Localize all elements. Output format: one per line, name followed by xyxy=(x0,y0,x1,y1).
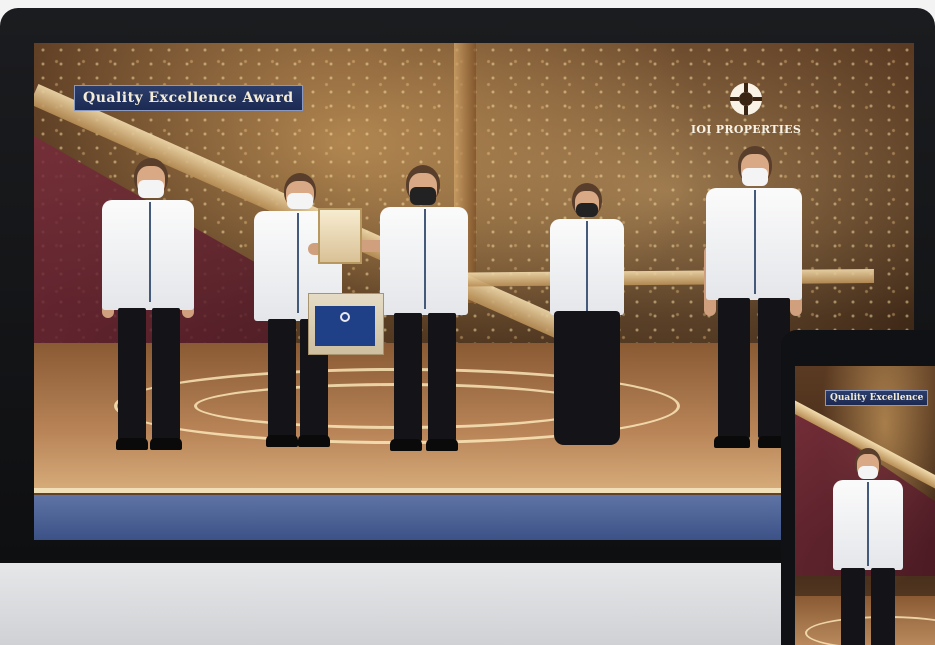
tablet-person xyxy=(833,448,903,645)
company-logo: IOI PROPERTIES xyxy=(686,81,806,136)
logo-text: IOI PROPERTIES xyxy=(690,123,802,136)
award-title-banner: Quality Excellence Award xyxy=(74,85,303,111)
person-1 xyxy=(100,158,196,458)
award-certificate xyxy=(318,208,362,264)
box-logo-icon xyxy=(340,312,350,322)
device-mockup-scene: Quality Excellence Award IOI PROPERTIES xyxy=(0,0,935,645)
award-box-label xyxy=(315,306,375,346)
tablet-screen: Quality Excellence xyxy=(795,366,935,645)
tablet-device: Quality Excellence xyxy=(781,330,935,645)
person-3 xyxy=(356,165,472,455)
person-4 xyxy=(548,183,626,451)
ioi-logo-icon xyxy=(730,83,762,115)
tablet-award-title: Quality Excellence xyxy=(825,390,929,406)
award-gift-box xyxy=(308,293,384,355)
